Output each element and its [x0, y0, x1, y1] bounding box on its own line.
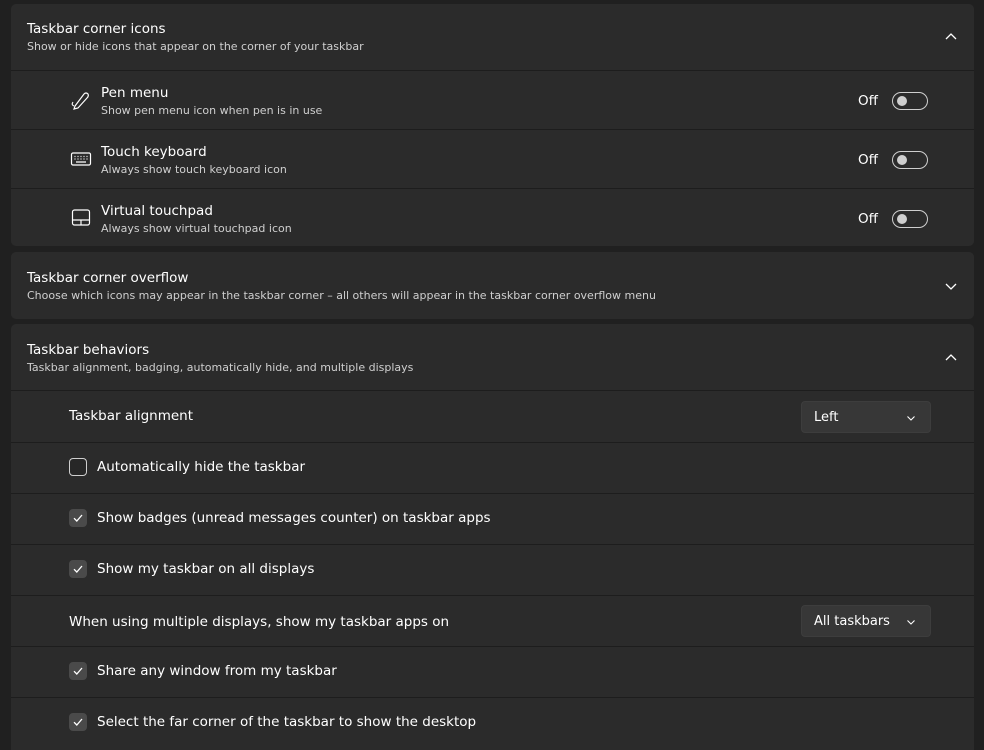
pen-menu-state-label: Off — [858, 93, 878, 109]
chevron-down-icon — [907, 620, 915, 625]
taskbar-alignment-row: Taskbar alignment Left — [11, 391, 974, 442]
section-title: Taskbar behaviors — [27, 342, 150, 358]
checkmark-icon — [73, 565, 83, 573]
virtual-touchpad-description: Always show virtual touchpad icon — [101, 222, 292, 235]
multi-display-row: When using multiple displays, show my ta… — [11, 596, 974, 647]
chevron-up-icon[interactable] — [944, 30, 958, 44]
virtual-touchpad-state-label: Off — [858, 211, 878, 227]
section-description: Choose which icons may appear in the tas… — [27, 289, 656, 302]
taskbar-corner-overflow-card[interactable]: Taskbar corner overflow Choose which ico… — [11, 252, 974, 319]
taskbar-behaviors-card: Taskbar behaviors Taskbar alignment, bad… — [11, 324, 974, 750]
touch-keyboard-state-label: Off — [858, 152, 878, 168]
all-displays-checkbox[interactable] — [69, 560, 87, 578]
share-window-row: Share any window from my taskbar — [11, 647, 974, 697]
checkmark-icon — [73, 514, 83, 522]
chevron-up-icon[interactable] — [944, 351, 958, 365]
toggle-knob — [897, 96, 907, 106]
virtual-touchpad-toggle[interactable] — [892, 210, 928, 228]
pen-menu-description: Show pen menu icon when pen is in use — [101, 104, 323, 117]
touch-keyboard-row: Touch keyboard Always show touch keyboar… — [11, 130, 974, 188]
share-window-label: Share any window from my taskbar — [97, 663, 337, 679]
share-window-checkbox[interactable] — [69, 662, 87, 680]
keyboard-icon — [70, 152, 92, 166]
pen-menu-toggle[interactable] — [892, 92, 928, 110]
taskbar-alignment-dropdown[interactable]: Left — [801, 401, 931, 433]
section-description: Taskbar alignment, badging, automaticall… — [27, 361, 414, 374]
multi-display-dropdown[interactable]: All taskbars — [801, 605, 931, 637]
taskbar-corner-icons-header[interactable]: Taskbar corner icons Show or hide icons … — [11, 4, 974, 70]
touch-keyboard-title: Touch keyboard — [101, 144, 207, 160]
toggle-knob — [897, 214, 907, 224]
show-badges-label: Show badges (unread messages counter) on… — [97, 510, 491, 526]
multi-display-label: When using multiple displays, show my ta… — [69, 614, 450, 630]
all-displays-label: Show my taskbar on all displays — [97, 561, 315, 577]
all-displays-row: Show my taskbar on all displays — [11, 545, 974, 595]
taskbar-behaviors-header[interactable]: Taskbar behaviors Taskbar alignment, bad… — [11, 324, 974, 390]
touchpad-icon — [71, 209, 91, 226]
checkmark-icon — [73, 718, 83, 726]
toggle-knob — [897, 155, 907, 165]
auto-hide-label: Automatically hide the taskbar — [97, 459, 306, 475]
taskbar-alignment-label: Taskbar alignment — [69, 408, 194, 424]
virtual-touchpad-title: Virtual touchpad — [101, 203, 213, 219]
touch-keyboard-description: Always show touch keyboard icon — [101, 163, 287, 176]
taskbar-corner-icons-card: Taskbar corner icons Show or hide icons … — [11, 4, 974, 246]
pen-icon — [71, 92, 89, 110]
auto-hide-row: Automatically hide the taskbar — [11, 443, 974, 493]
dropdown-value: All taskbars — [814, 614, 890, 629]
pen-menu-title: Pen menu — [101, 85, 169, 101]
virtual-touchpad-row: Virtual touchpad Always show virtual tou… — [11, 189, 974, 246]
chevron-down-icon[interactable] — [944, 279, 958, 293]
dropdown-value: Left — [814, 410, 839, 425]
section-description: Show or hide icons that appear on the co… — [27, 40, 364, 53]
far-corner-checkbox[interactable] — [69, 713, 87, 731]
auto-hide-checkbox[interactable] — [69, 458, 87, 476]
show-badges-row: Show badges (unread messages counter) on… — [11, 494, 974, 544]
far-corner-row: Select the far corner of the taskbar to … — [11, 698, 974, 750]
section-title: Taskbar corner icons — [27, 21, 166, 37]
section-title: Taskbar corner overflow — [27, 270, 189, 286]
chevron-down-icon — [907, 416, 915, 421]
touch-keyboard-toggle[interactable] — [892, 151, 928, 169]
show-badges-checkbox[interactable] — [69, 509, 87, 527]
checkmark-icon — [73, 667, 83, 675]
far-corner-label: Select the far corner of the taskbar to … — [97, 714, 477, 730]
pen-menu-row: Pen menu Show pen menu icon when pen is … — [11, 71, 974, 129]
